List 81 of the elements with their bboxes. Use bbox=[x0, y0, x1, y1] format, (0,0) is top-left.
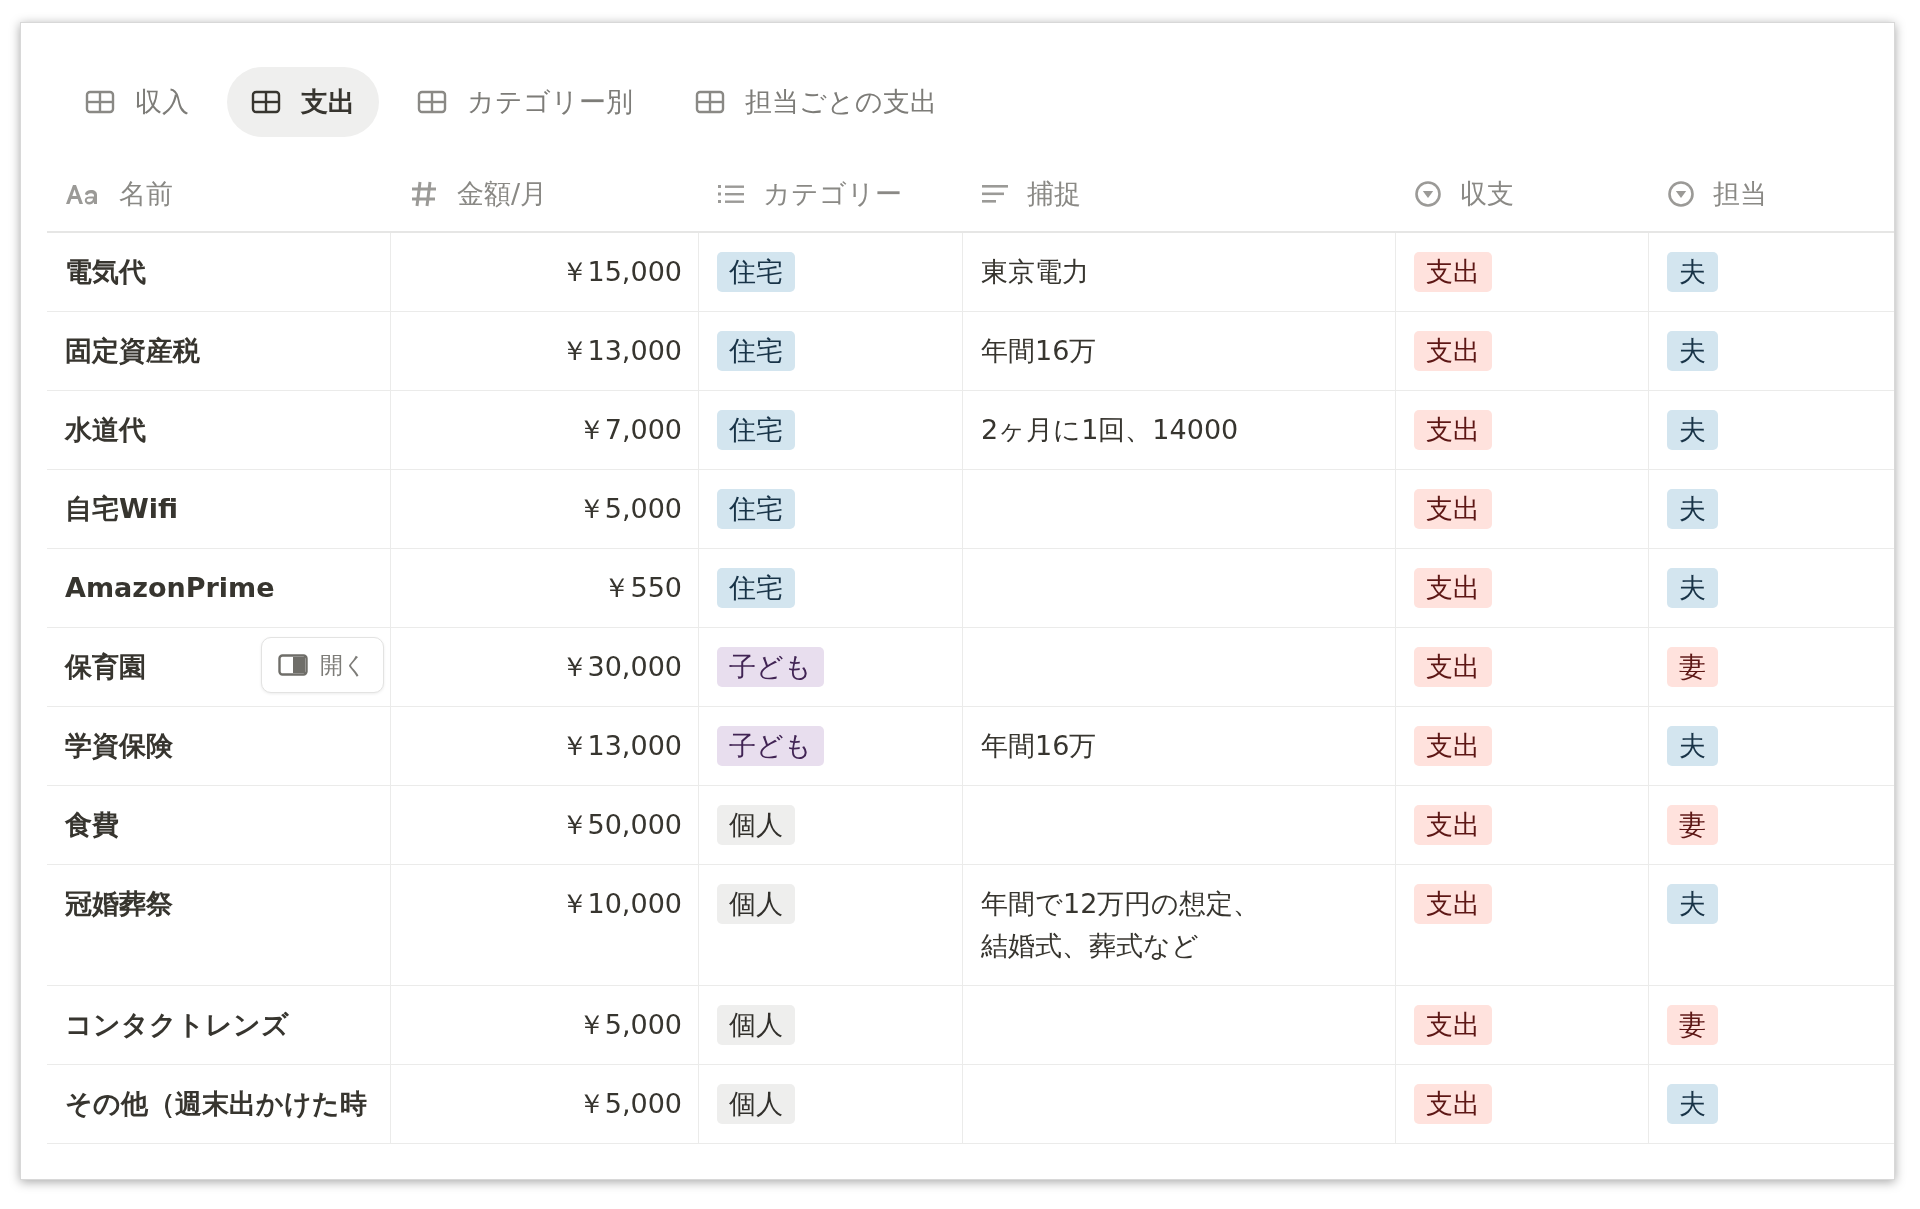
name-text: 水道代 bbox=[65, 414, 146, 445]
hash-icon bbox=[409, 179, 439, 209]
select-icon bbox=[1667, 180, 1695, 208]
table-cell: ￥50,000 bbox=[391, 786, 699, 864]
tag: 支出 bbox=[1414, 1005, 1492, 1045]
table-cell: ￥7,000 bbox=[391, 391, 699, 469]
tag: 夫 bbox=[1667, 884, 1718, 924]
tag: 個人 bbox=[717, 884, 795, 924]
tag: 子ども bbox=[717, 726, 824, 766]
column-title: 捕捉 bbox=[1027, 177, 1081, 211]
name-text: AmazonPrime bbox=[65, 572, 275, 603]
table-icon bbox=[251, 90, 281, 114]
tag: 夫 bbox=[1667, 568, 1718, 608]
note-text: 年間で12万円の想定、結婚式、葬式など bbox=[981, 887, 1262, 963]
name-text: 学資保険 bbox=[65, 730, 173, 761]
tag: 個人 bbox=[717, 1084, 795, 1124]
tag: 妻 bbox=[1667, 647, 1718, 687]
name-text: 食費 bbox=[65, 809, 119, 840]
tag: 夫 bbox=[1667, 1084, 1718, 1124]
tag: 夫 bbox=[1667, 726, 1718, 766]
table-cell: ￥30,000 bbox=[391, 628, 699, 706]
list-icon bbox=[717, 182, 745, 206]
name-text: 固定資産税 bbox=[65, 335, 200, 366]
note-text: 2ヶ月に1回、14000 bbox=[981, 413, 1239, 447]
tag: 支出 bbox=[1414, 647, 1492, 687]
view-tab[interactable]: カテゴリー別 bbox=[393, 67, 657, 137]
name-text: 電気代 bbox=[65, 256, 146, 287]
tag: 支出 bbox=[1414, 331, 1492, 371]
tag: 夫 bbox=[1667, 252, 1718, 292]
tag: 住宅 bbox=[717, 252, 795, 292]
tag: 住宅 bbox=[717, 331, 795, 371]
view-tab[interactable]: 収入 bbox=[61, 67, 213, 137]
table-cell: ￥15,000 bbox=[391, 233, 699, 311]
column-title: 収支 bbox=[1460, 177, 1514, 211]
tag: 支出 bbox=[1414, 726, 1492, 766]
name-text: 自宅Wifi bbox=[65, 493, 179, 524]
note-text: 東京電力 bbox=[981, 255, 1089, 289]
tag: 夫 bbox=[1667, 410, 1718, 450]
table-cell: ￥550 bbox=[391, 549, 699, 627]
tag: 支出 bbox=[1414, 884, 1492, 924]
text-lines-icon bbox=[981, 182, 1009, 206]
tag: 個人 bbox=[717, 805, 795, 845]
tag: 妻 bbox=[1667, 1005, 1718, 1045]
tag: 子ども bbox=[717, 647, 824, 687]
column-title: 金額/月 bbox=[457, 177, 548, 211]
select-icon bbox=[1414, 180, 1442, 208]
table-icon bbox=[85, 90, 115, 114]
note-text: 年間16万 bbox=[981, 334, 1097, 368]
open-button[interactable]: 開く bbox=[261, 637, 384, 693]
tag: 支出 bbox=[1414, 568, 1492, 608]
tag: 支出 bbox=[1414, 252, 1492, 292]
table-cell: ￥13,000 bbox=[391, 707, 699, 785]
tag: 住宅 bbox=[717, 568, 795, 608]
view-tab[interactable]: 担当ごとの支出 bbox=[671, 67, 961, 137]
tag: 支出 bbox=[1414, 1084, 1492, 1124]
tag: 支出 bbox=[1414, 410, 1492, 450]
tag: 住宅 bbox=[717, 410, 795, 450]
table-cell: ￥10,000 bbox=[391, 865, 699, 985]
name-text: 冠婚葬祭 bbox=[65, 888, 173, 919]
tag: 支出 bbox=[1414, 489, 1492, 529]
name-text: コンタクトレンズ bbox=[65, 1009, 289, 1040]
table-icon bbox=[417, 90, 447, 114]
side-panel-icon bbox=[278, 654, 308, 676]
note-text: 年間16万 bbox=[981, 729, 1097, 763]
table-icon bbox=[695, 90, 725, 114]
table-cell: ￥5,000 bbox=[391, 1065, 699, 1143]
column-title: 担当 bbox=[1713, 177, 1767, 211]
name-text: その他（週末出かけた時 bbox=[65, 1088, 367, 1119]
tag: 個人 bbox=[717, 1005, 795, 1045]
column-title: 名前 bbox=[119, 177, 173, 211]
view-tab[interactable]: 支出 bbox=[227, 67, 379, 137]
table-cell: ￥13,000 bbox=[391, 312, 699, 390]
tag: 夫 bbox=[1667, 489, 1718, 529]
tag: 支出 bbox=[1414, 805, 1492, 845]
table-cell: ￥5,000 bbox=[391, 470, 699, 548]
tag: 妻 bbox=[1667, 805, 1718, 845]
name-text: 保育園 bbox=[65, 651, 146, 682]
tag: 夫 bbox=[1667, 331, 1718, 371]
table-cell: ￥5,000 bbox=[391, 986, 699, 1064]
tag: 住宅 bbox=[717, 489, 795, 529]
column-title: カテゴリー bbox=[763, 177, 902, 211]
